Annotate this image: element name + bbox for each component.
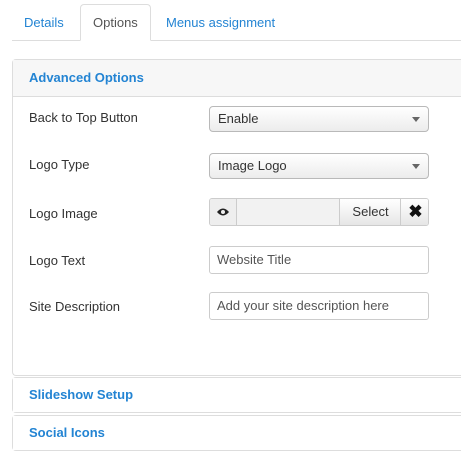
logo-type-select[interactable]: Image Logo (209, 153, 429, 179)
back-to-top-label: Back to Top Button (29, 110, 138, 125)
logo-text-input[interactable]: Website Title (209, 246, 429, 274)
logo-image-media-field: Select ✖ (209, 198, 429, 226)
tab-bar: Details Options Menus assignment (0, 0, 461, 41)
site-description-placeholder: Add your site description here (217, 298, 389, 313)
social-icons-heading[interactable]: Social Icons (13, 416, 461, 450)
eye-icon[interactable] (210, 199, 237, 225)
tab-options[interactable]: Options (80, 4, 151, 41)
close-icon: ✖ (408, 202, 423, 221)
logo-image-clear-button[interactable]: ✖ (400, 199, 428, 225)
chevron-down-icon (412, 117, 420, 122)
site-description-input[interactable]: Add your site description here (209, 292, 429, 320)
back-to-top-row: Back to Top Button Enable (29, 103, 459, 133)
back-to-top-select[interactable]: Enable (209, 106, 429, 132)
advanced-options-panel: Advanced Options Back to Top Button Enab… (12, 59, 461, 376)
logo-text-placeholder: Website Title (217, 252, 292, 267)
logo-image-select-button[interactable]: Select (339, 199, 401, 225)
slideshow-setup-heading[interactable]: Slideshow Setup (13, 378, 461, 412)
logo-text-label: Logo Text (29, 253, 86, 268)
logo-image-label: Logo Image (29, 206, 98, 221)
tab-details[interactable]: Details (12, 5, 76, 40)
site-description-label: Site Description (29, 299, 121, 314)
slideshow-setup-panel: Slideshow Setup (12, 377, 461, 413)
logo-image-path-input[interactable] (237, 199, 339, 225)
logo-text-row: Logo Text Website Title (29, 246, 459, 276)
advanced-options-heading[interactable]: Advanced Options (13, 60, 461, 97)
back-to-top-value: Enable (218, 111, 259, 126)
site-description-row: Site Description Add your site descripti… (29, 292, 459, 322)
logo-type-row: Logo Type Image Logo (29, 150, 459, 180)
logo-type-label: Logo Type (29, 157, 90, 172)
logo-image-row: Logo Image Select ✖ (29, 198, 459, 229)
logo-type-value: Image Logo (218, 158, 287, 173)
social-icons-panel: Social Icons (12, 415, 461, 451)
tab-menus-assignment[interactable]: Menus assignment (154, 5, 287, 40)
chevron-down-icon (412, 164, 420, 169)
